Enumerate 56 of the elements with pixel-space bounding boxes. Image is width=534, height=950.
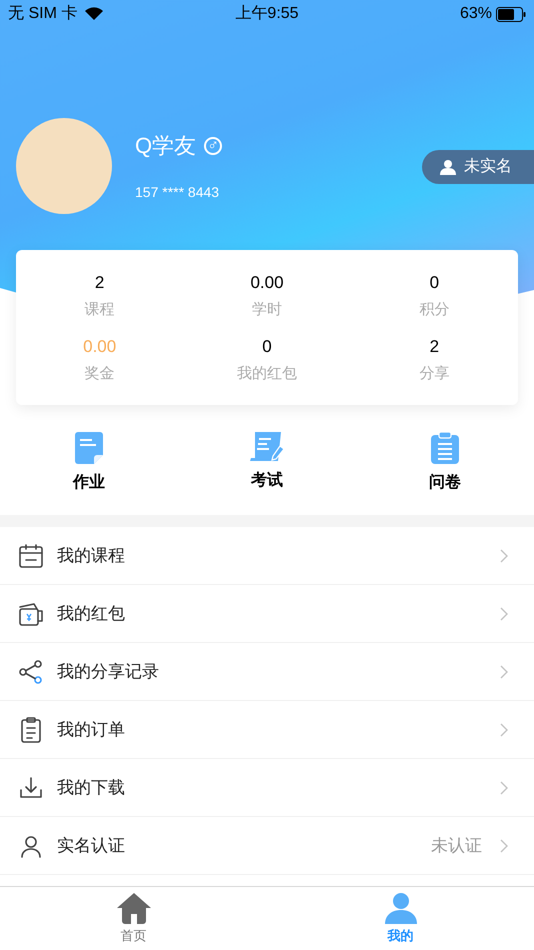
- shortcut-button[interactable]: 考试: [178, 431, 356, 513]
- menu-label: 实名认证: [57, 834, 125, 857]
- stat-label: 分享: [419, 364, 450, 384]
- document-icon: [74, 431, 104, 465]
- shortcut-button[interactable]: 问卷: [356, 431, 534, 513]
- stat-value: 0: [262, 336, 272, 358]
- menu-label: 我的订单: [57, 718, 125, 741]
- download-icon: [18, 774, 44, 800]
- gender-symbol: ♂: [204, 136, 222, 154]
- menu-row[interactable]: 我的下载: [0, 759, 534, 817]
- share-icon: [18, 658, 44, 684]
- tab-bar-item[interactable]: 首页: [0, 887, 267, 950]
- clock-time: 上午9:55: [235, 4, 299, 24]
- chevron-icon: [500, 664, 508, 678]
- stat-label: 我的红包: [236, 364, 297, 384]
- menu-label: 我的红包: [57, 602, 125, 625]
- stat-label: 奖金: [84, 364, 115, 384]
- stat-value: 0: [430, 272, 440, 294]
- menu-row[interactable]: 我的分享记录: [0, 643, 534, 701]
- stat-value: 0.00: [83, 336, 116, 358]
- wallet-icon: [17, 600, 45, 626]
- menu-row[interactable]: 我的订单: [0, 701, 534, 759]
- person-icon: [384, 892, 418, 924]
- menu-value: 未认证: [431, 834, 482, 857]
- chevron-icon: [500, 548, 508, 562]
- stat-value: 0.00: [250, 272, 284, 294]
- menu-row[interactable]: 我的红包: [0, 585, 534, 643]
- chevron-icon: [500, 606, 508, 620]
- carrier-label: 无 SIM 卡: [8, 4, 78, 24]
- stat-value: 2: [94, 272, 104, 294]
- wifi-icon: [85, 7, 104, 21]
- shortcut-button[interactable]: 作业: [0, 431, 178, 513]
- user-name: Q学友: [135, 132, 196, 160]
- battery-percent: 63%: [460, 4, 492, 24]
- home-icon: [116, 892, 152, 924]
- stat-value: 2: [430, 336, 440, 358]
- menu-row[interactable]: 实名认证 未认证: [0, 817, 534, 875]
- person-icon: [19, 834, 43, 858]
- stat-label: 积分: [419, 300, 450, 320]
- clipboard-icon: [430, 431, 460, 465]
- stat-label: 学时: [252, 300, 282, 320]
- person-icon: [440, 159, 456, 175]
- chevron-icon: [500, 722, 508, 736]
- chevron-icon: [500, 838, 508, 852]
- menu-label: 我的课程: [57, 544, 125, 567]
- menu-label: 我的分享记录: [57, 660, 159, 683]
- menu-label: 我的下载: [57, 776, 125, 799]
- chevron-icon: [500, 780, 508, 794]
- clipboard-icon: [19, 716, 43, 744]
- calendar-icon: [18, 542, 44, 568]
- stat-label: 课程: [84, 300, 115, 320]
- menu-row[interactable]: 我的课程: [0, 527, 534, 585]
- verify-badge[interactable]: 未实名: [422, 150, 534, 184]
- scroll-pen-icon: [249, 431, 285, 463]
- battery-icon: [496, 6, 526, 22]
- phone-number: 157 **** 8443: [135, 183, 220, 202]
